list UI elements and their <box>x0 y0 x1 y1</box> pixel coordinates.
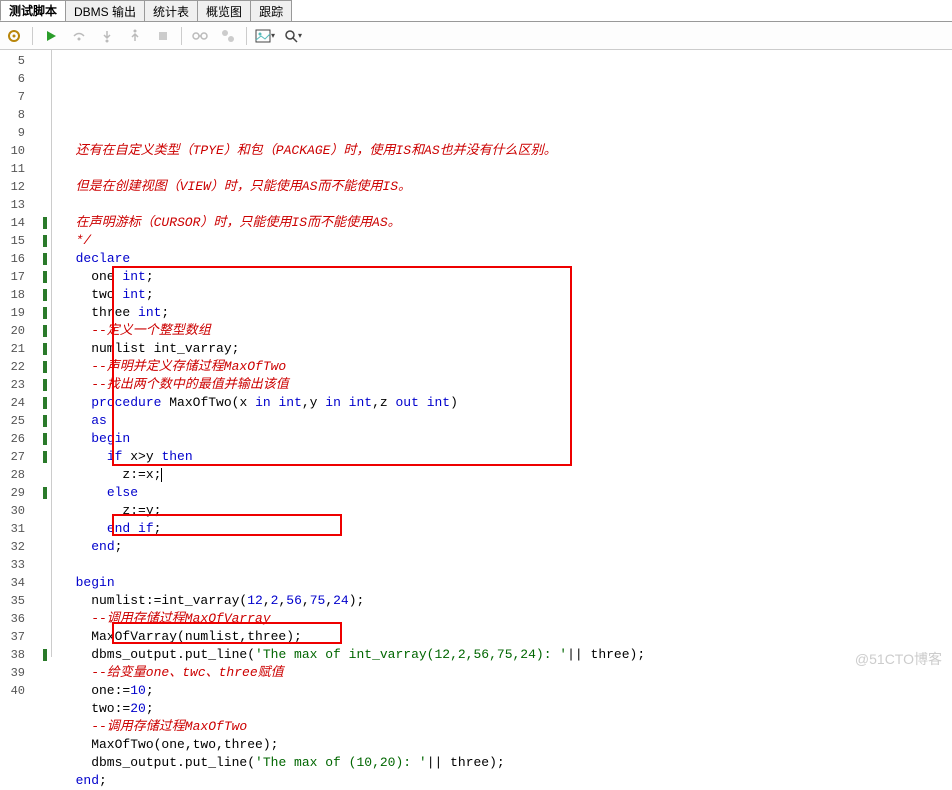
code-line[interactable]: end; <box>60 538 952 556</box>
code-line[interactable]: dbms_output.put_line('The max of (10,20)… <box>60 754 952 772</box>
code-line[interactable]: */ <box>60 232 952 250</box>
step-out-icon[interactable] <box>125 26 145 46</box>
code-line[interactable]: --定义一个整型数组 <box>60 322 952 340</box>
line-number: 18 <box>0 286 51 304</box>
line-number: 13 <box>0 196 51 214</box>
code-line[interactable]: declare <box>60 250 952 268</box>
line-number: 7 <box>0 88 51 106</box>
search-icon[interactable]: ▾ <box>283 26 303 46</box>
code-line[interactable]: --找出两个数中的最值并输出该值 <box>60 376 952 394</box>
code-line[interactable]: 在声明游标（CURSOR）时，只能使用IS而不能使用AS。 <box>60 214 952 232</box>
code-line[interactable]: one:=10; <box>60 682 952 700</box>
code-line[interactable]: z:=y; <box>60 502 952 520</box>
gear-icon[interactable] <box>4 26 24 46</box>
editor-tabs: 测试脚本 DBMS 输出 统计表 概览图 跟踪 <box>0 0 952 22</box>
code-line[interactable]: one int; <box>60 268 952 286</box>
line-number: 33 <box>0 556 51 574</box>
breakpoint-icon[interactable] <box>218 26 238 46</box>
line-number: 32 <box>0 538 51 556</box>
picture-icon[interactable]: ▾ <box>255 26 275 46</box>
tab-overview[interactable]: 概览图 <box>197 0 251 21</box>
run-icon[interactable] <box>41 26 61 46</box>
line-number: 26 <box>0 430 51 448</box>
code-line[interactable]: two int; <box>60 286 952 304</box>
line-number-gutter: 5678910111213141516171819202122232425262… <box>0 50 52 657</box>
code-line[interactable] <box>60 196 952 214</box>
line-number: 23 <box>0 376 51 394</box>
code-line[interactable]: MaxOfVarray(numlist,three); <box>60 628 952 646</box>
code-line[interactable]: if x>y then <box>60 448 952 466</box>
code-line[interactable]: numlist:=int_varray(12,2,56,75,24); <box>60 592 952 610</box>
line-number: 28 <box>0 466 51 484</box>
line-number: 39 <box>0 664 51 682</box>
code-line[interactable]: z:=x; <box>60 466 952 484</box>
code-line[interactable]: begin <box>60 574 952 592</box>
line-number: 21 <box>0 340 51 358</box>
code-line[interactable]: procedure MaxOfTwo(x in int,y in int,z o… <box>60 394 952 412</box>
line-number: 29 <box>0 484 51 502</box>
code-line[interactable]: --调用存储过程MaxOfTwo <box>60 718 952 736</box>
code-line[interactable]: three int; <box>60 304 952 322</box>
line-number: 19 <box>0 304 51 322</box>
editor-toolbar: ▾ ▾ <box>0 22 952 50</box>
code-line[interactable]: --调用存储过程MaxOfVarray <box>60 610 952 628</box>
line-number: 16 <box>0 250 51 268</box>
line-number: 22 <box>0 358 51 376</box>
step-into-icon[interactable] <box>97 26 117 46</box>
code-line[interactable]: --给变量one、twc、three赋值 <box>60 664 952 682</box>
line-number: 24 <box>0 394 51 412</box>
tab-dbms-output[interactable]: DBMS 输出 <box>65 0 145 21</box>
line-number: 37 <box>0 628 51 646</box>
line-number: 20 <box>0 322 51 340</box>
tab-trace[interactable]: 跟踪 <box>250 0 292 21</box>
code-editor[interactable]: 5678910111213141516171819202122232425262… <box>0 50 952 657</box>
stop-icon[interactable] <box>153 26 173 46</box>
line-number: 40 <box>0 682 51 700</box>
code-line[interactable]: 但是在创建视图（VIEW）时，只能使用AS而不能使用IS。 <box>60 178 952 196</box>
code-line[interactable]: as <box>60 412 952 430</box>
code-line[interactable]: MaxOfTwo(one,two,three); <box>60 736 952 754</box>
code-line[interactable]: 还有在自定义类型（TPYE）和包（PACKAGE）时，使用IS和AS也并没有什么… <box>60 142 952 160</box>
code-line[interactable]: dbms_output.put_line('The max of int_var… <box>60 646 952 664</box>
code-line[interactable]: numlist int_varray; <box>60 340 952 358</box>
line-number: 15 <box>0 232 51 250</box>
tab-test-script[interactable]: 测试脚本 <box>0 0 66 21</box>
code-line[interactable]: --声明并定义存储过程MaxOfTwo <box>60 358 952 376</box>
code-line[interactable] <box>60 160 952 178</box>
line-number: 5 <box>0 52 51 70</box>
line-number: 11 <box>0 160 51 178</box>
line-number: 25 <box>0 412 51 430</box>
code-line[interactable] <box>60 556 952 574</box>
line-number: 31 <box>0 520 51 538</box>
line-number: 12 <box>0 178 51 196</box>
code-line[interactable]: begin <box>60 430 952 448</box>
code-line[interactable]: end; <box>60 772 952 790</box>
code-line[interactable]: end if; <box>60 520 952 538</box>
line-number: 27 <box>0 448 51 466</box>
line-number: 14 <box>0 214 51 232</box>
watermark: @51CTO博客 <box>855 649 942 669</box>
tab-stats[interactable]: 统计表 <box>144 0 198 21</box>
line-number: 17 <box>0 268 51 286</box>
line-number: 38 <box>0 646 51 664</box>
line-number: 8 <box>0 106 51 124</box>
line-number: 9 <box>0 124 51 142</box>
line-number: 30 <box>0 502 51 520</box>
code-line[interactable]: two:=20; <box>60 700 952 718</box>
line-number: 6 <box>0 70 51 88</box>
line-number: 34 <box>0 574 51 592</box>
code-area[interactable]: 还有在自定义类型（TPYE）和包（PACKAGE）时，使用IS和AS也并没有什么… <box>52 50 952 657</box>
line-number: 35 <box>0 592 51 610</box>
step-over-icon[interactable] <box>69 26 89 46</box>
line-number: 10 <box>0 142 51 160</box>
line-number: 36 <box>0 610 51 628</box>
code-line[interactable]: else <box>60 484 952 502</box>
glasses-icon[interactable] <box>190 26 210 46</box>
